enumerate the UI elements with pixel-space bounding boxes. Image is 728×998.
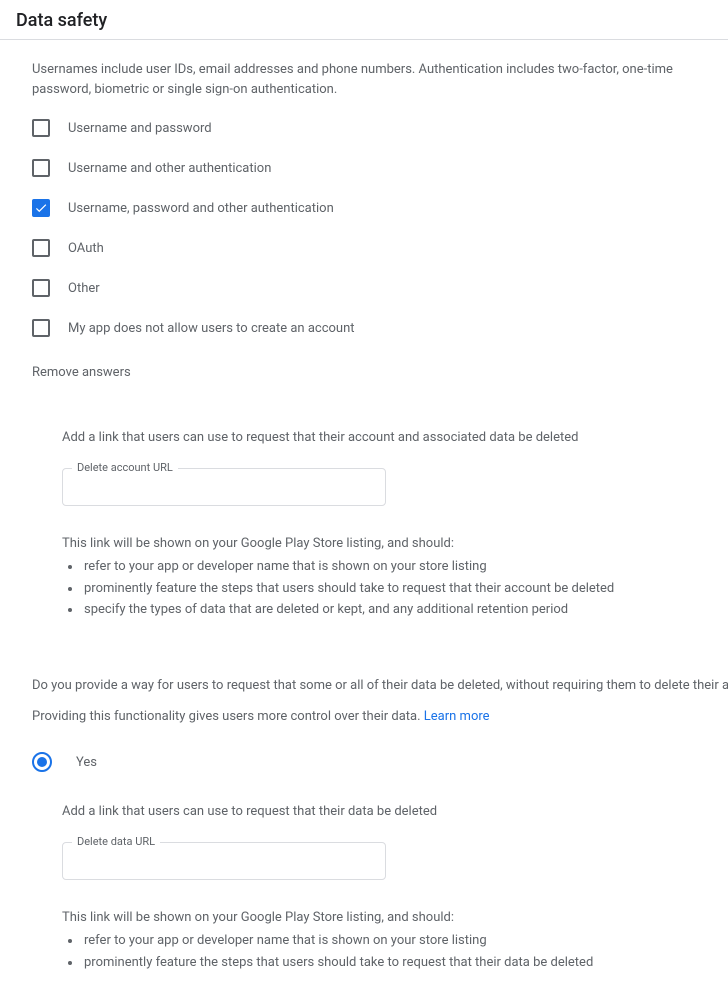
bullet-item: specify the types of data that are delet… <box>82 600 696 620</box>
delete-data-url-field: Delete data URL <box>62 842 696 880</box>
checkbox-row-4: Other <box>32 279 696 297</box>
checkbox-label-4: Other <box>68 281 100 296</box>
data-deletion-question: Do you provide a way for users to reques… <box>32 676 696 696</box>
radio-yes-label: Yes <box>76 755 97 770</box>
checkbox-label-5: My app does not allow users to create an… <box>68 321 355 336</box>
delete-account-heading: Add a link that users can use to request… <box>62 428 696 448</box>
checkbox-row-0: Username and password <box>32 119 696 137</box>
checkbox-row-3: OAuth <box>32 239 696 257</box>
delete-data-heading: Add a link that users can use to request… <box>62 802 696 822</box>
checkbox-row-1: Username and other authentication <box>32 159 696 177</box>
checkbox-label-1: Username and other authentication <box>68 161 271 176</box>
delete-account-section: Add a link that users can use to request… <box>32 428 696 620</box>
intro-description: Usernames include user IDs, email addres… <box>32 60 696 99</box>
page-title: Data safety <box>16 10 712 31</box>
checkbox-list: Username and password Username and other … <box>32 119 696 337</box>
check-icon <box>34 201 48 215</box>
checkbox-2[interactable] <box>32 199 50 217</box>
delete-data-url-label: Delete data URL <box>72 835 160 848</box>
checkbox-row-2: Username, password and other authenticat… <box>32 199 696 217</box>
checkbox-4[interactable] <box>32 279 50 297</box>
checkbox-row-5: My app does not allow users to create an… <box>32 319 696 337</box>
delete-account-info: This link will be shown on your Google P… <box>62 534 696 554</box>
checkbox-1[interactable] <box>32 159 50 177</box>
data-deletion-radio-row: Yes <box>32 752 696 772</box>
data-deletion-subtext: Providing this functionality gives users… <box>32 709 696 724</box>
delete-account-bullets: refer to your app or developer name that… <box>62 557 696 620</box>
radio-yes[interactable] <box>32 752 52 772</box>
delete-account-url-label: Delete account URL <box>72 461 178 474</box>
bullet-item: refer to your app or developer name that… <box>82 931 696 951</box>
learn-more-link[interactable]: Learn more <box>424 709 490 724</box>
checkbox-label-0: Username and password <box>68 121 212 136</box>
checkbox-0[interactable] <box>32 119 50 137</box>
checkbox-5[interactable] <box>32 319 50 337</box>
checkbox-label-3: OAuth <box>68 241 104 256</box>
delete-data-bullets: refer to your app or developer name that… <box>62 931 696 972</box>
bullet-item: prominently feature the steps that users… <box>82 953 696 973</box>
checkbox-3[interactable] <box>32 239 50 257</box>
bullet-item: refer to your app or developer name that… <box>82 557 696 577</box>
delete-account-url-field: Delete account URL <box>62 468 696 506</box>
checkbox-label-2: Username, password and other authenticat… <box>68 201 334 216</box>
main-content: Usernames include user IDs, email addres… <box>0 40 728 998</box>
bullet-item: prominently feature the steps that users… <box>82 579 696 599</box>
remove-answers-link[interactable]: Remove answers <box>32 365 696 380</box>
delete-data-section: Add a link that users can use to request… <box>32 802 696 972</box>
delete-data-info: This link will be shown on your Google P… <box>62 908 696 928</box>
page-header: Data safety <box>0 0 728 40</box>
